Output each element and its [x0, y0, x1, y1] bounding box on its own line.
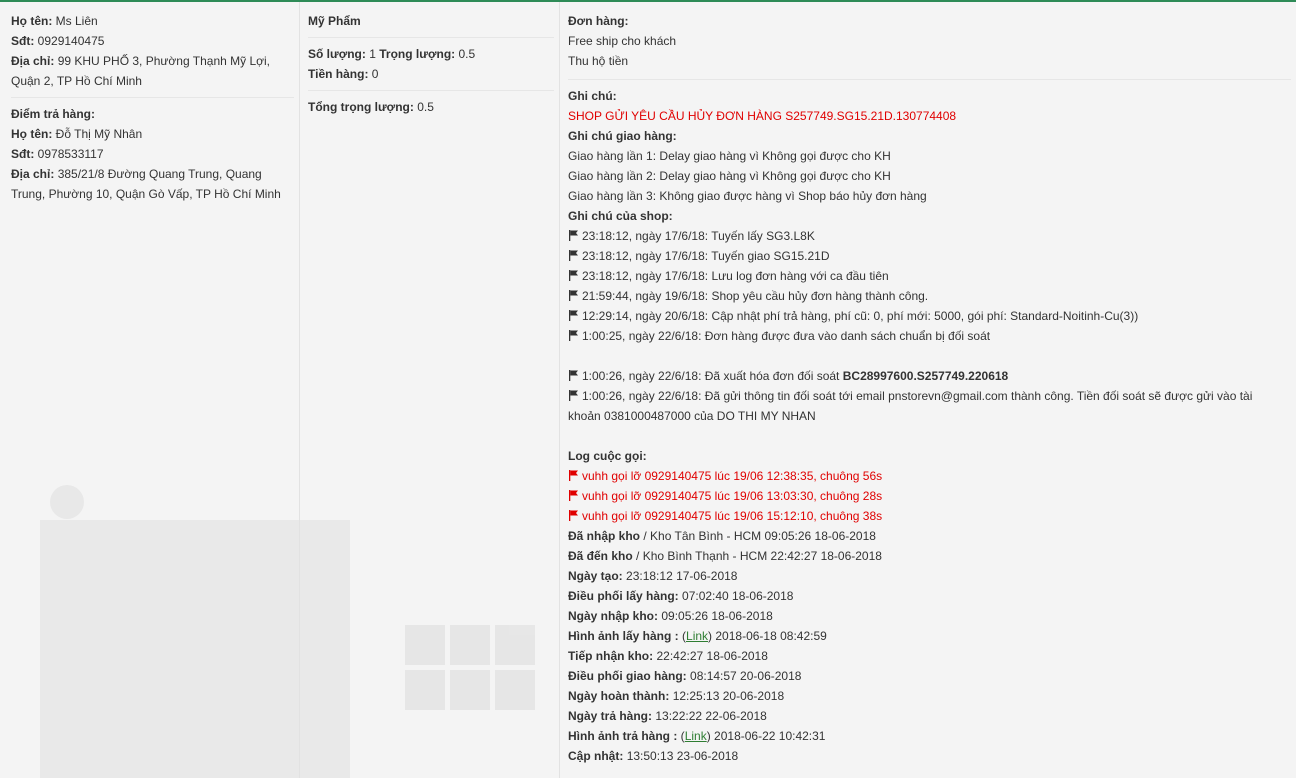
shop-note: 23:18:12, ngày 17/6/18: Tuyến lấy SG3.L8…: [568, 226, 1288, 246]
red-flag-icon: [568, 510, 579, 521]
dropoff-name: Họ tên: Đỗ Thị Mỹ Nhân: [11, 127, 143, 141]
pickup-image-link[interactable]: Link: [686, 629, 708, 643]
red-flag-icon: [568, 470, 579, 481]
status-return-image: Hình ảnh trả hàng : (Link) 2018-06-22 10…: [568, 729, 826, 743]
product-column: Mỹ Phẩm Số lượng: 1 Trọng lượng: 0.5 Tiề…: [300, 2, 560, 778]
flag-icon: [568, 330, 579, 341]
status-updated: Cập nhật: 13:50:13 23-06-2018: [568, 749, 739, 763]
sender-address: Địa chỉ: 99 KHU PHỐ 3, Phường Thạnh Mỹ L…: [11, 54, 270, 88]
call-log-item: vuhh gọi lỡ 0929140475 lúc 19/06 12:38:3…: [568, 466, 1288, 486]
delivery-note: Giao hàng lần 3: Không giao được hàng vì…: [568, 189, 927, 203]
flag-icon: [568, 290, 579, 301]
product-qty-weight: Số lượng: 1 Trọng lượng: 0.5: [308, 47, 476, 61]
status-warehouse-in: Ngày nhập kho: 09:05:26 18-06-2018: [568, 609, 773, 623]
call-log-item: vuhh gọi lỡ 0929140475 lúc 19/06 15:12:1…: [568, 506, 1288, 526]
divider: [308, 90, 554, 91]
dropoff-heading: Điểm trả hàng:: [11, 107, 96, 121]
flag-icon: [568, 310, 579, 321]
status-imported: Đã nhập kho / Kho Tân Bình - HCM 09:05:2…: [568, 529, 876, 543]
delivery-note: Giao hàng lần 2: Delay giao hàng vì Khôn…: [568, 169, 891, 183]
shop-note: 23:18:12, ngày 17/6/18: Tuyến giao SG15.…: [568, 246, 1288, 266]
order-note: SHOP GỬI YÊU CẦU HỦY ĐƠN HÀNG S257749.SG…: [568, 109, 957, 123]
shop-note: 21:59:44, ngày 19/6/18: Shop yêu cầu hủy…: [568, 286, 1288, 306]
product-price: Tiền hàng: 0: [308, 67, 379, 81]
status-created: Ngày tạo: 23:18:12 17-06-2018: [568, 569, 738, 583]
product-name: Mỹ Phẩm: [308, 14, 361, 28]
status-done: Ngày hoàn thành: 12:25:13 20-06-2018: [568, 689, 785, 703]
sender-phone: Sđt: 0929140475: [11, 34, 105, 48]
address-column: Họ tên: Ms Liên Sđt: 0929140475 Địa chỉ:…: [0, 2, 300, 778]
divider: [308, 37, 554, 38]
shop-note: 1:00:25, ngày 22/6/18: Đơn hàng được đưa…: [568, 326, 1288, 346]
dropoff-address: Địa chỉ: 385/21/8 Đường Quang Trung, Qua…: [11, 167, 281, 201]
shop-note-invoice: 1:00:26, ngày 22/6/18: Đã xuất hóa đơn đ…: [568, 366, 1288, 386]
note-heading: Ghi chú:: [568, 89, 617, 103]
status-received: Tiếp nhận kho: 22:42:27 18-06-2018: [568, 649, 768, 663]
dropoff-phone: Sđt: 0978533117: [11, 147, 104, 161]
sender-name: Họ tên: Ms Liên: [11, 14, 98, 28]
order-detail-row: Họ tên: Ms Liên Sđt: 0929140475 Địa chỉ:…: [0, 2, 1296, 778]
return-image-link[interactable]: Link: [685, 729, 707, 743]
flag-icon: [568, 250, 579, 261]
shop-note: 23:18:12, ngày 17/6/18: Lưu log đơn hàng…: [568, 266, 1288, 286]
flag-icon: [568, 230, 579, 241]
status-returned: Ngày trả hàng: 13:22:22 22-06-2018: [568, 709, 767, 723]
status-delivery-dispatch: Điều phối giao hàng: 08:14:57 20-06-2018: [568, 669, 802, 683]
call-log-item: vuhh gọi lỡ 0929140475 lúc 19/06 13:03:3…: [568, 486, 1288, 506]
delivery-note: Giao hàng lần 1: Delay giao hàng vì Khôn…: [568, 149, 891, 163]
shop-notes-heading: Ghi chú của shop:: [568, 209, 673, 223]
status-pickup-dispatch: Điều phối lấy hàng: 07:02:40 18-06-2018: [568, 589, 794, 603]
order-heading: Đơn hàng:: [568, 14, 629, 28]
flag-icon: [568, 270, 579, 281]
status-arrived: Đã đến kho / Kho Bình Thạnh - HCM 22:42:…: [568, 549, 882, 563]
delivery-notes-heading: Ghi chú giao hàng:: [568, 129, 677, 143]
shop-note-reconciliation: 1:00:26, ngày 22/6/18: Đã gửi thông tin …: [568, 389, 1253, 423]
shop-note: 12:29:14, ngày 20/6/18: Cập nhật phí trả…: [568, 306, 1288, 326]
divider: [11, 97, 294, 98]
order-line-cod: Thu hộ tiền: [568, 54, 629, 68]
order-line-freeship: Free ship cho khách: [568, 34, 677, 48]
order-info-column: Đơn hàng: Free ship cho khách Thu hộ tiề…: [560, 2, 1296, 778]
flag-icon: [568, 390, 579, 401]
flag-icon: [568, 370, 579, 381]
call-log-heading: Log cuộc gọi:: [568, 449, 647, 463]
total-weight: Tổng trọng lượng: 0.5: [308, 100, 434, 114]
divider: [568, 79, 1291, 80]
red-flag-icon: [568, 490, 579, 501]
status-pickup-image: Hình ảnh lấy hàng : (Link) 2018-06-18 08…: [568, 629, 827, 643]
